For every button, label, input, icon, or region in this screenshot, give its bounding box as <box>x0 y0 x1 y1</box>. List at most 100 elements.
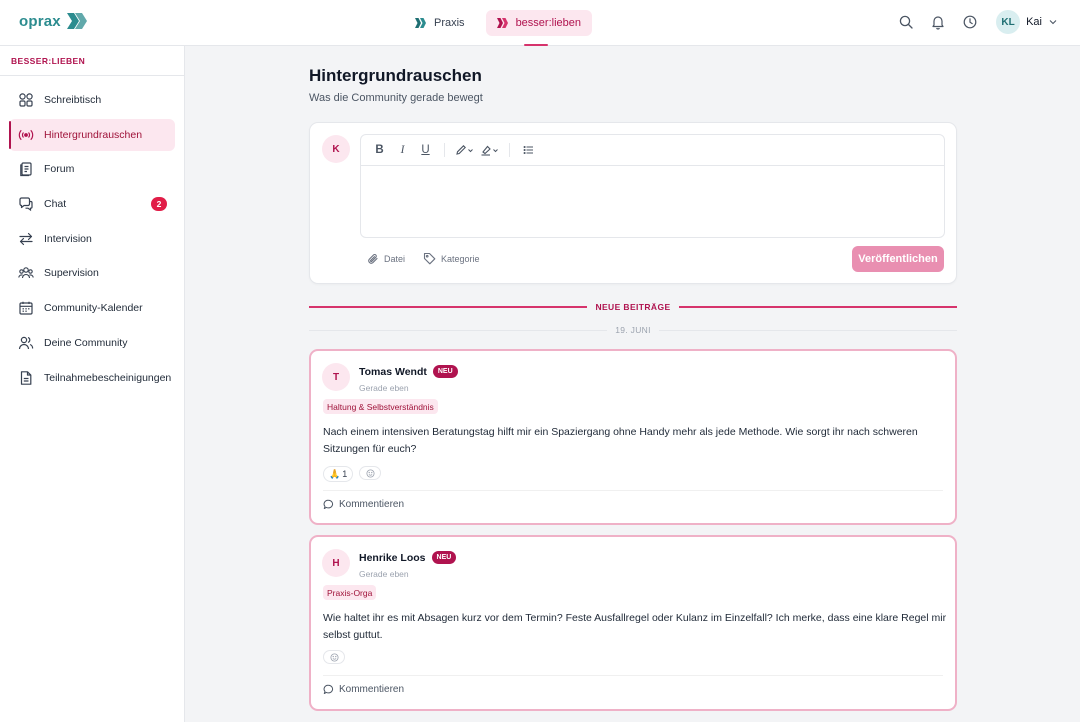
chevron-down-icon <box>1049 20 1057 25</box>
highlighter-icon <box>481 145 491 156</box>
toolbar-divider <box>509 143 510 157</box>
broadcast-icon <box>18 129 34 140</box>
author-name[interactable]: Henrike Loos <box>359 552 426 564</box>
add-reaction-button[interactable] <box>323 650 345 664</box>
post-text: Wie haltet ihr es mit Absagen kurz vor d… <box>323 612 947 641</box>
divider-line <box>658 329 957 331</box>
comment-icon <box>323 684 334 694</box>
user-avatar: KL <box>996 10 1021 34</box>
list-icon <box>523 145 533 155</box>
divider-line <box>678 306 958 308</box>
search-icon[interactable] <box>898 14 914 30</box>
author-name[interactable]: Tomas Wendt <box>359 366 427 378</box>
tab-besser-lieben-label: besser:lieben <box>515 17 581 29</box>
chat-unread-badge: 2 <box>151 197 167 212</box>
user-name: Kai <box>1026 16 1042 28</box>
editor-toolbar: B I U <box>361 135 944 166</box>
new-posts-divider: NEUE BEITRÄGE <box>309 301 958 313</box>
tab-praxis[interactable]: Praxis <box>404 10 476 36</box>
post-divider <box>323 675 943 676</box>
grid-icon <box>19 93 33 107</box>
sidebar-item-teilnahmebescheinigungen[interactable]: Teilnahmebescheinigungen <box>9 362 175 394</box>
tag-icon <box>423 252 436 265</box>
underline-button[interactable]: U <box>417 140 434 160</box>
top-bar: oprax Praxis besser:lieben KL Kai <box>0 0 1080 46</box>
post-avatar[interactable]: T <box>322 363 350 391</box>
users-icon <box>18 336 34 349</box>
attach-file-label: Datei <box>384 253 406 264</box>
sidebar-item-label: Deine Community <box>44 336 128 349</box>
post-category-tag[interactable]: Praxis-Orga <box>323 585 377 600</box>
clock-icon[interactable] <box>962 14 978 30</box>
sidebar-item-schreibtisch[interactable]: Schreibtisch <box>9 84 175 116</box>
sidebar-item-label: Intervision <box>44 232 92 245</box>
page-subtitle: Was die Community gerade bewegt <box>309 92 483 104</box>
post-avatar[interactable]: H <box>322 549 350 577</box>
highlight-button[interactable] <box>480 140 499 160</box>
post-divider <box>323 490 943 491</box>
tab-besser-lieben[interactable]: besser:lieben <box>485 10 592 46</box>
italic-button[interactable]: I <box>394 140 411 160</box>
comment-icon <box>323 499 334 509</box>
sidebar-item-supervision[interactable]: Supervision <box>9 257 175 289</box>
app-logo[interactable]: oprax <box>19 12 88 30</box>
list-button[interactable] <box>520 140 537 160</box>
main-content: Hintergrundrauschen Was die Community ge… <box>309 46 958 711</box>
sidebar-item-label: Forum <box>44 163 75 176</box>
comment-button[interactable]: Kommentieren <box>323 499 404 510</box>
new-badge: NEU <box>431 551 457 564</box>
post-composer: K B I U Datei Kategorie Veröffentlichen <box>309 122 957 284</box>
paperclip-icon <box>368 253 378 264</box>
sidebar-item-hintergrundrauschen[interactable]: Hintergrundrauschen <box>9 118 175 151</box>
sidebar-item-label: Community-Kalender <box>44 302 143 315</box>
sidebar-item-intervision[interactable]: Intervision <box>9 223 175 255</box>
top-tabs: Praxis besser:lieben <box>404 10 592 46</box>
user-menu[interactable]: KL Kai <box>996 10 1058 34</box>
logo-text: oprax <box>19 12 61 30</box>
logo-chevrons-icon <box>66 13 87 29</box>
post-category-tag[interactable]: Haltung & Selbstverständnis <box>323 399 438 414</box>
sidebar-item-chat[interactable]: Chat 2 <box>9 188 175 220</box>
post-author: Henrike Loos NEU <box>359 551 457 564</box>
category-button[interactable]: Kategorie <box>423 252 480 265</box>
sidebar-item-community-kalender[interactable]: Community-Kalender <box>9 292 175 324</box>
post-card: H Henrike Loos NEU Gerade eben Praxis-Or… <box>309 535 957 711</box>
text-color-button[interactable] <box>455 140 474 160</box>
forum-icon <box>20 162 32 177</box>
date-label: 19. JUNI <box>615 325 651 335</box>
divider-line <box>309 329 608 331</box>
sidebar-item-label: Schreibtisch <box>44 94 102 106</box>
toolbar-divider <box>444 143 445 157</box>
composer-avatar-initial: K <box>322 135 350 163</box>
chat-icon <box>19 197 33 212</box>
reaction-emoji: 🙏 <box>329 468 341 479</box>
sidebar-item-forum[interactable]: Forum <box>9 153 175 185</box>
sidebar-item-label: Hintergrundrauschen <box>44 128 143 141</box>
post-text: Nach einem intensiven Beratungstag hilft… <box>323 426 918 455</box>
bold-button[interactable]: B <box>371 140 388 160</box>
reaction-count: 1 <box>342 469 348 479</box>
reaction-pray[interactable]: 🙏 1 <box>323 466 354 482</box>
sidebar-item-label: Supervision <box>44 267 99 280</box>
add-reaction-button[interactable] <box>359 466 382 480</box>
document-icon <box>20 370 32 385</box>
comment-label: Kommentieren <box>339 684 405 695</box>
post-timestamp: Gerade eben <box>359 569 409 579</box>
post-timestamp: Gerade eben <box>359 383 409 393</box>
comment-label: Kommentieren <box>339 499 405 510</box>
publish-button[interactable]: Veröffentlichen <box>852 246 944 272</box>
chevron-down-icon <box>493 148 498 152</box>
category-label: Kategorie <box>441 253 480 264</box>
attach-file-button[interactable]: Datei <box>367 252 405 265</box>
sidebar-item-deine-community[interactable]: Deine Community <box>9 327 175 359</box>
top-actions: KL Kai <box>898 10 1058 34</box>
sidebar-item-label: Teilnahmebescheinigungen <box>44 371 172 384</box>
bell-icon[interactable] <box>930 14 946 30</box>
comment-button[interactable]: Kommentieren <box>323 684 404 695</box>
calendar-icon <box>19 301 33 315</box>
post-author: Tomas Wendt NEU <box>359 365 458 378</box>
swap-icon <box>19 232 33 245</box>
praxis-chevrons-icon <box>415 18 426 28</box>
chevron-down-icon <box>468 148 473 152</box>
editor-text-area[interactable] <box>361 166 944 238</box>
